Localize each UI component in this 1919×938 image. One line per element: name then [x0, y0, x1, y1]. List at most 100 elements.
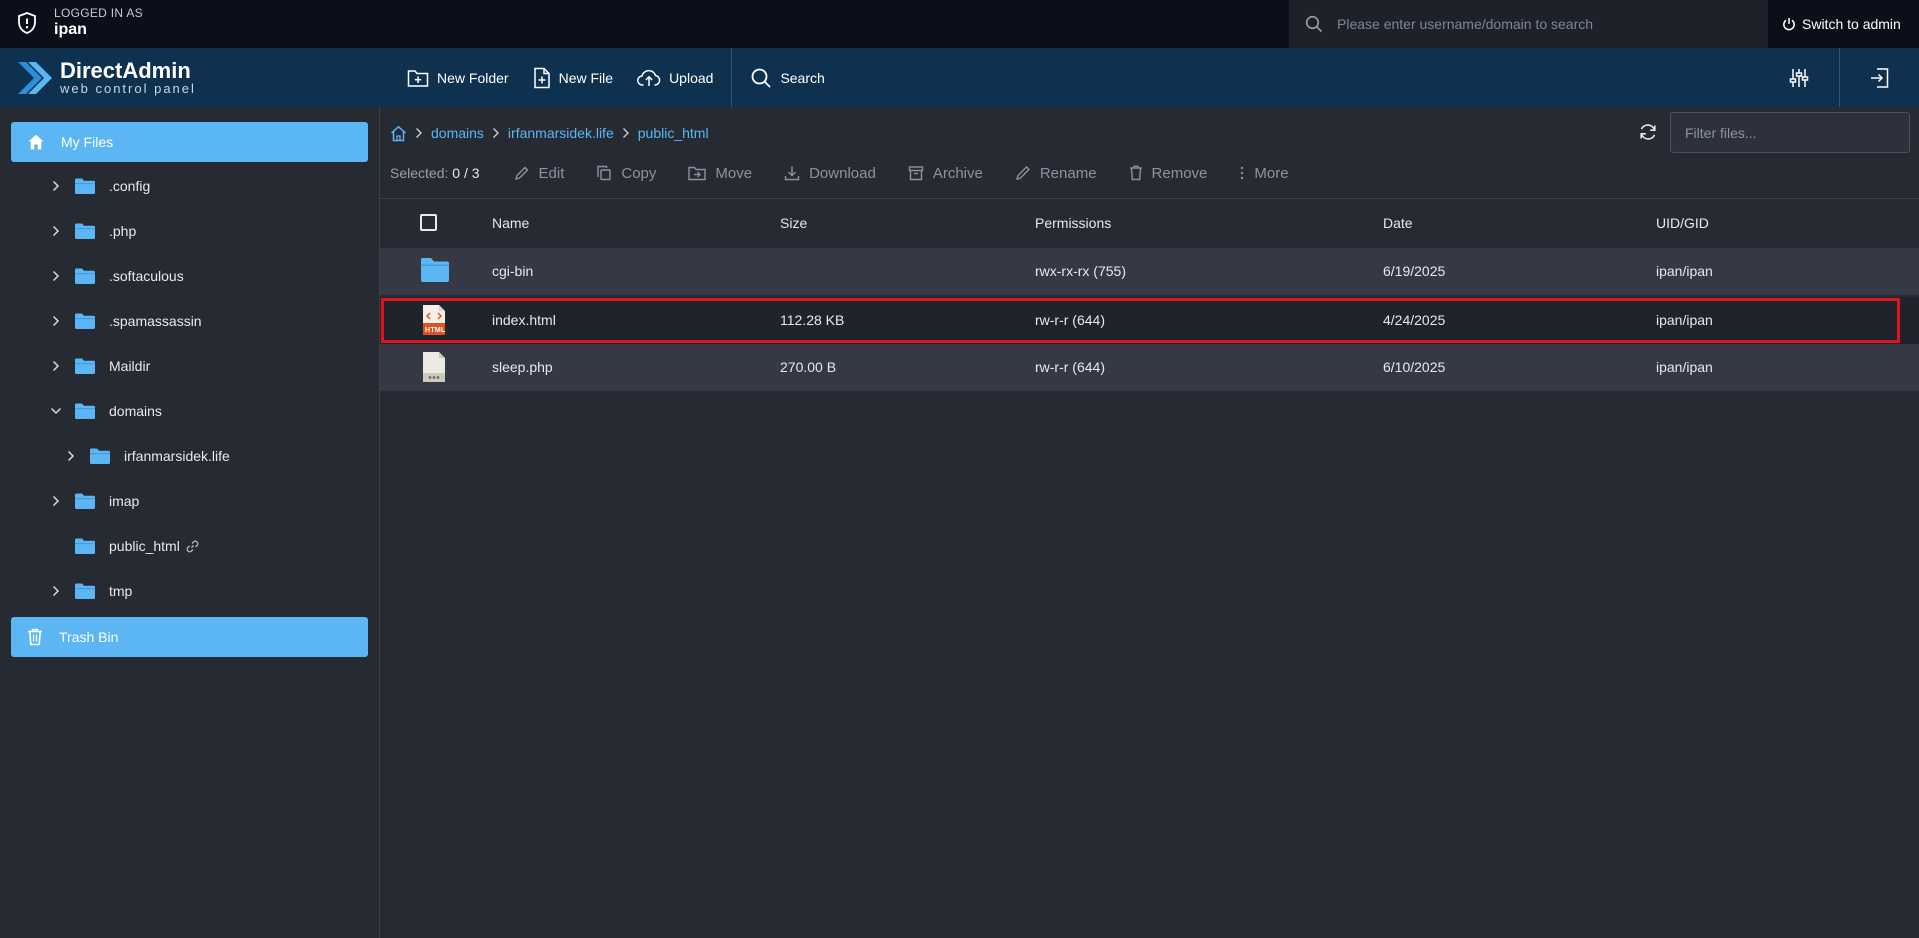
- search-icon: [750, 67, 772, 89]
- more-button[interactable]: More: [1239, 164, 1289, 182]
- folder-icon: [75, 538, 95, 554]
- tree-item-label: irfanmarsidek.life: [124, 448, 230, 464]
- copy-label: Copy: [621, 164, 657, 182]
- folder-icon: [75, 223, 95, 239]
- tree-item-config[interactable]: .config: [49, 171, 150, 201]
- breadcrumb-domains[interactable]: domains: [431, 125, 484, 141]
- edit-label: Edit: [538, 164, 565, 182]
- move-button[interactable]: Move: [688, 165, 752, 182]
- brand-logo[interactable]: DirectAdmin web control panel: [16, 58, 196, 98]
- more-label: More: [1254, 164, 1289, 182]
- trash-bin-label: Trash Bin: [59, 629, 119, 645]
- file-uid-gid: ipan/ipan: [1656, 359, 1713, 375]
- user-search-box: [1289, 0, 1768, 48]
- chevron-right-icon[interactable]: [49, 315, 63, 327]
- sidebar-item-my-files[interactable]: My Files: [11, 122, 368, 162]
- logout-icon: [1869, 67, 1891, 89]
- new-folder-label: New Folder: [437, 69, 509, 86]
- user-search-input[interactable]: [1337, 16, 1757, 32]
- filter-files-input[interactable]: [1670, 112, 1910, 153]
- search-icon: [1305, 15, 1323, 33]
- edit-button[interactable]: Edit: [514, 164, 565, 182]
- refresh-button[interactable]: [1638, 122, 1658, 142]
- file-date: 4/24/2025: [1383, 312, 1446, 328]
- file-size: 112.28 KB: [780, 312, 845, 328]
- column-size[interactable]: Size: [780, 215, 807, 231]
- chevron-right-icon[interactable]: [49, 495, 63, 507]
- upload-button[interactable]: Upload: [625, 48, 725, 107]
- tree-item-imap[interactable]: imap: [49, 486, 139, 516]
- search-label: Search: [780, 69, 825, 86]
- select-all-checkbox[interactable]: [420, 214, 437, 231]
- my-files-label: My Files: [61, 134, 114, 150]
- refresh-icon: [1638, 122, 1658, 142]
- trash-icon: [27, 628, 43, 646]
- file-date: 6/19/2025: [1383, 263, 1446, 279]
- selected-value: 0 / 3: [452, 165, 480, 181]
- chevron-right-icon: [415, 127, 423, 139]
- chevron-right-icon[interactable]: [49, 360, 63, 372]
- html-file-icon-label: HTML: [425, 327, 446, 334]
- tree-item-spamassassin[interactable]: .spamassassin: [49, 306, 202, 336]
- tree-item-php[interactable]: .php: [49, 216, 136, 246]
- breadcrumb-public-html[interactable]: public_html: [638, 125, 709, 141]
- copy-button[interactable]: Copy: [596, 165, 656, 182]
- sidebar-item-trash-bin[interactable]: Trash Bin: [11, 617, 368, 657]
- file-table-header: Name Size Permissions Date UID/GID: [380, 208, 1919, 238]
- tree-item-label: .php: [109, 223, 137, 239]
- toolbar-divider: [380, 198, 1919, 199]
- download-button[interactable]: Download: [784, 165, 876, 182]
- chevron-right-icon[interactable]: [49, 180, 63, 192]
- archive-button[interactable]: Archive: [908, 165, 983, 182]
- sliders-icon: [1789, 67, 1809, 89]
- rename-button[interactable]: Rename: [1015, 165, 1097, 182]
- tree-item-maildir[interactable]: Maildir: [49, 351, 150, 381]
- settings-sliders-button[interactable]: [1769, 48, 1829, 107]
- tree-item-label: .softaculous: [109, 268, 184, 284]
- archive-icon: [908, 165, 924, 181]
- chevron-right-icon[interactable]: [49, 225, 63, 237]
- chevron-right-icon[interactable]: [49, 585, 63, 597]
- breadcrumb-irfanmarsidek-life[interactable]: irfanmarsidek.life: [508, 125, 614, 141]
- chevron-right-icon[interactable]: [49, 270, 63, 282]
- column-date[interactable]: Date: [1383, 215, 1413, 231]
- tree-item-softaculous[interactable]: .softaculous: [49, 261, 184, 291]
- folder-move-icon: [688, 165, 707, 181]
- file-permissions: rw-r-r (644): [1035, 359, 1105, 375]
- tree-item-tmp[interactable]: tmp: [49, 576, 132, 606]
- download-icon: [784, 165, 800, 181]
- folder-icon: [75, 493, 95, 509]
- home-icon[interactable]: [390, 125, 407, 142]
- logged-in-block: LOGGED IN AS ipan: [16, 6, 143, 40]
- logout-button[interactable]: [1839, 48, 1919, 107]
- tree-item-domains[interactable]: domains: [49, 396, 162, 426]
- selected-label: Selected:: [390, 165, 449, 181]
- column-name[interactable]: Name: [492, 215, 529, 231]
- archive-label: Archive: [932, 164, 983, 182]
- remove-button[interactable]: Remove: [1129, 164, 1208, 182]
- search-button[interactable]: Search: [738, 48, 836, 107]
- selection-toolbar: Selected: 0 / 3 Edit Copy Move Download …: [390, 162, 1321, 184]
- column-uid-gid[interactable]: UID/GID: [1656, 215, 1709, 231]
- file-name: cgi-bin: [492, 263, 534, 279]
- file-date: 6/10/2025: [1383, 359, 1446, 375]
- column-permissions[interactable]: Permissions: [1035, 215, 1111, 231]
- table-row[interactable]: cgi-bin rwx-rx-rx (755) 6/19/2025 ipan/i…: [380, 248, 1919, 295]
- table-row[interactable]: sleep.php 270.00 B rw-r-r (644) 6/10/202…: [380, 344, 1919, 391]
- table-row[interactable]: HTML index.html 112.28 KB rw-r-r (644) 4…: [380, 297, 1919, 344]
- php-file-icon: [420, 351, 448, 383]
- new-folder-button[interactable]: New Folder: [395, 48, 521, 107]
- username: ipan: [54, 21, 87, 38]
- chevron-right-icon[interactable]: [64, 450, 78, 462]
- chevron-down-icon[interactable]: [49, 407, 63, 415]
- tree-item-public-html[interactable]: public_html: [75, 531, 199, 561]
- folder-icon: [420, 256, 450, 284]
- rename-label: Rename: [1039, 164, 1097, 182]
- new-file-button[interactable]: New File: [521, 48, 625, 107]
- chevron-right-icon: [622, 127, 630, 139]
- tree-item-irfanmarsidek-life[interactable]: irfanmarsidek.life: [64, 441, 230, 471]
- file-uid-gid: ipan/ipan: [1656, 263, 1713, 279]
- file-name: sleep.php: [492, 359, 553, 375]
- remove-label: Remove: [1151, 164, 1208, 182]
- switch-to-admin-button[interactable]: Switch to admin: [1782, 0, 1901, 48]
